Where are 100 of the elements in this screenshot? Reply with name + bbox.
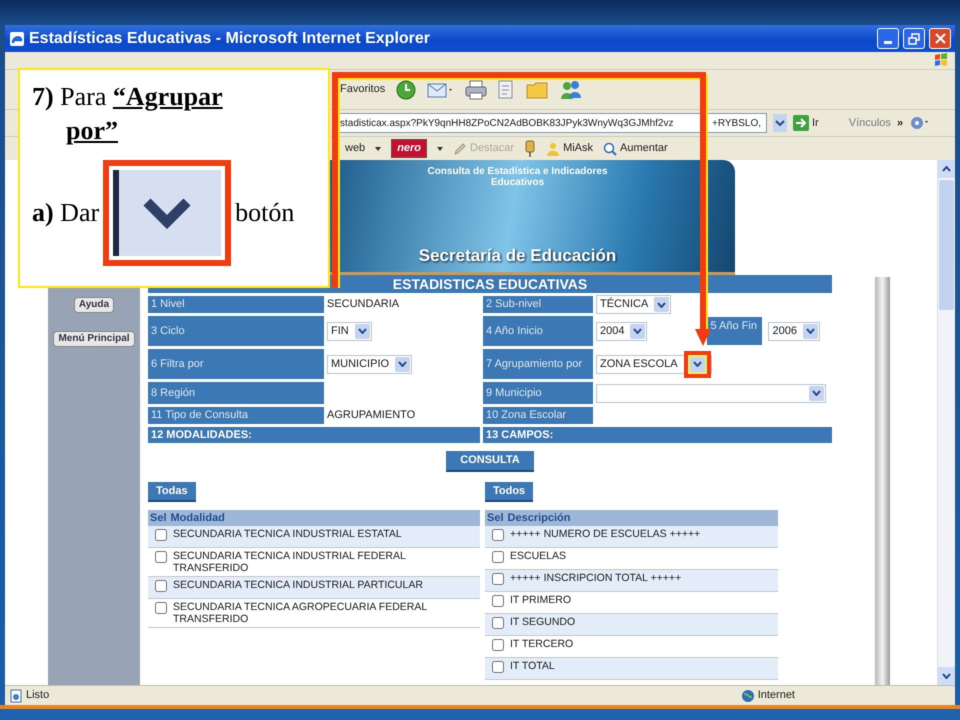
status-text: Listo xyxy=(26,688,50,704)
field-label: 3 Ciclo xyxy=(148,316,324,346)
scrollbar-thumb[interactable] xyxy=(939,180,954,310)
printer-icon[interactable] xyxy=(465,80,488,100)
restore-button[interactable] xyxy=(903,28,925,49)
callout-heading: 7) Para “Agrupar por” xyxy=(32,81,224,147)
field-label: 9 Municipio xyxy=(483,382,593,404)
chevron-down-icon[interactable] xyxy=(654,297,670,312)
section-heading: 12 MODALIDADES: xyxy=(148,427,480,443)
security-zone: Internet xyxy=(758,688,795,704)
chevron-down-icon[interactable] xyxy=(809,386,824,400)
field-label: 8 Región xyxy=(148,382,324,404)
nero-logo[interactable]: nero xyxy=(391,139,428,158)
pin-icon xyxy=(524,140,536,158)
banner-title: Consulta de Estadística e Indicadores Educativos xyxy=(426,166,609,188)
window-title: Estadísticas Educativas - Microsoft Internet Explorer xyxy=(29,28,432,48)
toolbar-link[interactable]: MiAsk xyxy=(546,140,594,157)
consult-button[interactable]: CONSULTA xyxy=(446,451,534,472)
banner-agency: Secretaría de Educación xyxy=(418,244,616,266)
dropdown[interactable]: MUNICIPIO xyxy=(327,354,412,374)
pencil-icon xyxy=(453,142,468,156)
field-value: AGRUPAMIENTO xyxy=(327,408,416,424)
history-icon[interactable] xyxy=(395,78,418,100)
column-header: Modalidad xyxy=(170,510,225,526)
callout-step: a) Dar xyxy=(32,193,100,232)
document-icon[interactable] xyxy=(497,80,516,100)
checkbox[interactable] xyxy=(492,639,504,651)
field-label: 6 Filtra por xyxy=(148,349,324,379)
field-label: 4 Año Inicio xyxy=(483,316,593,346)
people-icon[interactable] xyxy=(559,78,584,100)
option-label: IT TOTAL xyxy=(510,660,555,672)
windows-flag-icon xyxy=(933,52,949,68)
checkbox[interactable] xyxy=(155,580,167,592)
column-header: Descripción xyxy=(508,510,570,526)
address-text: stadisticax.aspx?PkY9qnHH8ZPoCN2AdBOBK83JPyk3WnyWq3GJMhf2vz xyxy=(340,116,674,130)
dropdown[interactable]: 2006 xyxy=(768,322,820,340)
chevron-down-icon[interactable] xyxy=(630,324,646,338)
checkbox[interactable] xyxy=(155,602,167,614)
checkbox[interactable] xyxy=(492,595,504,607)
chevron-down-icon[interactable] xyxy=(942,673,951,679)
chevron-down-icon[interactable] xyxy=(395,356,410,372)
checkbox[interactable] xyxy=(492,573,504,585)
dropdown[interactable]: TÉCNICA xyxy=(596,295,672,314)
restore-icon xyxy=(908,32,920,44)
option-label: IT PRIMERO xyxy=(510,594,572,606)
option-label: SECUNDARIA TECNICA INDUSTRIAL FEDERAL TRANSFERIDO xyxy=(173,550,406,574)
caret-icon[interactable] xyxy=(437,146,444,152)
chevron-down-icon[interactable] xyxy=(690,356,705,372)
chevron-up-icon[interactable] xyxy=(942,166,951,172)
chevron-down-icon[interactable] xyxy=(802,324,818,338)
select-all-button[interactable]: Todas xyxy=(148,482,196,502)
checkbox[interactable] xyxy=(155,529,167,541)
minimize-icon xyxy=(884,41,892,44)
caret-icon[interactable] xyxy=(375,146,382,152)
field-label: 1 Nivel xyxy=(148,296,324,313)
person-icon xyxy=(546,142,560,156)
favorites-button[interactable]: Favoritos xyxy=(340,81,386,98)
option-label: +++++ INSCRIPCION TOTAL +++++ xyxy=(510,572,682,584)
field-label: 11 Tipo de Consulta xyxy=(148,407,324,424)
go-button[interactable]: Ir xyxy=(793,114,819,132)
dropdown[interactable]: 2004 xyxy=(596,322,648,340)
option-label: SECUNDARIA TECNICA AGROPECUARIA FEDERAL TRANSFERIDO xyxy=(173,601,428,626)
section-heading: 13 CAMPOS: xyxy=(483,427,832,443)
arrow-right-icon xyxy=(793,115,809,131)
checkbox[interactable] xyxy=(492,551,504,563)
more-links-button[interactable]: » xyxy=(896,114,904,132)
checkbox[interactable] xyxy=(492,617,504,629)
checkbox[interactable] xyxy=(492,661,504,673)
close-button[interactable] xyxy=(929,28,951,49)
field-label: 2 Sub-nivel xyxy=(483,296,593,313)
field-label: 7 Agrupamiento por xyxy=(483,349,593,379)
column-header: Sel xyxy=(487,510,504,526)
callout-step-end: botón xyxy=(235,197,294,230)
close-icon xyxy=(934,33,946,44)
globe-icon xyxy=(740,688,755,702)
select-all-button[interactable]: Todos xyxy=(485,482,534,502)
minimize-button[interactable] xyxy=(877,28,899,49)
sidebar-button[interactable]: Menú Principal xyxy=(53,331,135,347)
page-icon xyxy=(9,688,23,702)
magnifier-icon xyxy=(603,142,618,156)
column-header: Sel xyxy=(150,510,167,526)
links-label: Vínculos xyxy=(848,116,891,131)
toolbar-link[interactable]: Aumentar xyxy=(603,140,668,157)
browser-icon xyxy=(9,30,25,46)
field-value: SECUNDARIA xyxy=(327,297,400,312)
field-label: 10 Zona Escolar xyxy=(483,407,593,424)
checkbox[interactable] xyxy=(492,529,504,541)
field-label: 5 Año Fin xyxy=(707,317,762,345)
option-label: ESCUELAS xyxy=(510,550,566,562)
option-label: IT SEGUNDO xyxy=(510,616,576,628)
option-label: IT TERCERO xyxy=(510,638,574,650)
folder-icon[interactable] xyxy=(525,80,550,100)
dropdown[interactable]: FIN xyxy=(327,322,372,340)
sidebar-button[interactable]: Ayuda xyxy=(74,297,114,313)
vertical-scrollbar[interactable] xyxy=(937,160,955,685)
chevron-down-icon[interactable] xyxy=(354,324,370,338)
checkbox[interactable] xyxy=(155,551,167,563)
address-text: +RYBSLO, xyxy=(712,116,762,130)
option-label: +++++ NUMERO DE ESCUELAS +++++ xyxy=(510,528,700,540)
toolbar-link[interactable]: web xyxy=(345,140,366,157)
